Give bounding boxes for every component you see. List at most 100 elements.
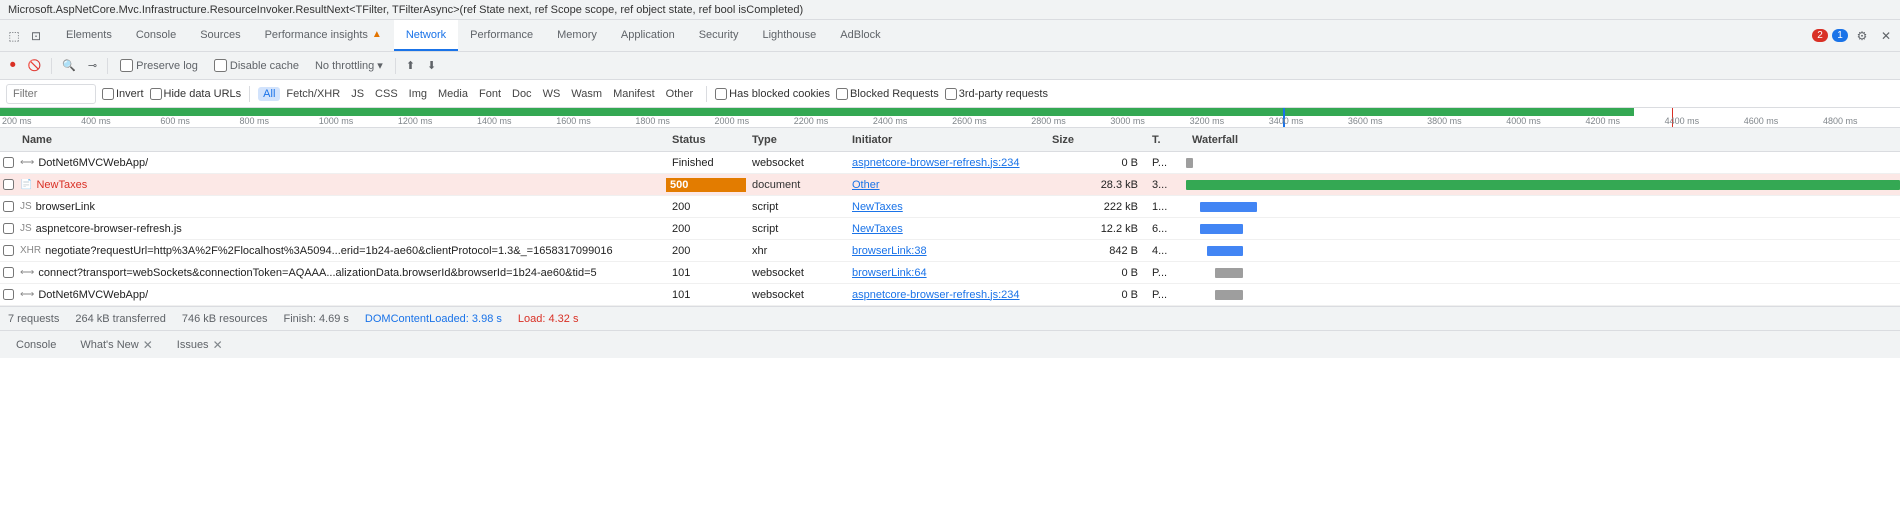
inspect-icon[interactable]: ⬚: [4, 26, 24, 46]
row-initiator-4[interactable]: browserLink:38: [846, 245, 1046, 257]
filter-wasm-btn[interactable]: Wasm: [566, 87, 607, 101]
has-blocked-cookies-label: Has blocked cookies: [729, 88, 830, 100]
tab-network[interactable]: Network: [394, 20, 458, 51]
import-icon[interactable]: ⬆: [402, 57, 419, 74]
table-row[interactable]: 📄 NewTaxes 500 document Other 28.3 kB 3.…: [0, 174, 1900, 196]
row-initiator-1[interactable]: Other: [846, 179, 1046, 191]
row-type-6: websocket: [746, 289, 846, 301]
export-icon[interactable]: ⬇: [423, 57, 440, 74]
settings-icon[interactable]: ⚙: [1852, 26, 1872, 46]
hide-data-urls-checkbox[interactable]: Hide data URLs: [150, 88, 242, 100]
row-checkbox-4[interactable]: [3, 245, 14, 256]
filter-font-btn[interactable]: Font: [474, 87, 506, 101]
has-blocked-cookies-checkbox[interactable]: Has blocked cookies: [715, 88, 830, 100]
col-header-time[interactable]: T.: [1146, 134, 1186, 146]
row-initiator-0[interactable]: aspnetcore-browser-refresh.js:234: [846, 157, 1046, 169]
bottom-tab-issues[interactable]: Issues ✕: [165, 331, 235, 358]
col-header-initiator[interactable]: Initiator: [846, 134, 1046, 146]
timeline[interactable]: 200 ms 400 ms 600 ms 800 ms 1000 ms 1200…: [0, 108, 1900, 128]
blocked-requests-input[interactable]: [836, 88, 848, 100]
filter-input[interactable]: [6, 84, 96, 104]
row-checkbox-cell-1[interactable]: [0, 179, 16, 190]
bottom-tab-whats-new[interactable]: What's New ✕: [68, 331, 164, 358]
filter-fetch-btn[interactable]: Fetch/XHR: [281, 87, 345, 101]
preserve-log-checkbox[interactable]: Preserve log: [114, 57, 204, 74]
throttling-select[interactable]: No throttling ▾: [309, 57, 389, 74]
info-badge: 1: [1832, 29, 1848, 42]
issues-close-icon[interactable]: ✕: [213, 339, 223, 351]
filter-manifest-btn[interactable]: Manifest: [608, 87, 660, 101]
table-row[interactable]: ⟷ DotNet6MVCWebApp/ Finished websocket a…: [0, 152, 1900, 174]
record-btn[interactable]: ⏺: [6, 57, 20, 74]
col-header-type[interactable]: Type: [746, 134, 846, 146]
tab-performance-insights-label: Performance insights: [265, 29, 368, 41]
waterfall-bar-6: [1215, 290, 1244, 300]
hide-data-urls-input[interactable]: [150, 88, 162, 100]
tab-performance-insights[interactable]: Performance insights ▲: [253, 20, 394, 51]
filter-sep-1: [249, 86, 250, 102]
col-header-status[interactable]: Status: [666, 134, 746, 146]
invert-checkbox[interactable]: Invert: [102, 88, 144, 100]
disable-cache-checkbox[interactable]: Disable cache: [208, 57, 305, 74]
row-checkbox-6[interactable]: [3, 289, 14, 300]
row-checkbox-5[interactable]: [3, 267, 14, 278]
row-checkbox-0[interactable]: [3, 157, 14, 168]
device-toggle-icon[interactable]: ⊡: [26, 26, 46, 46]
table-row[interactable]: XHR negotiate?requestUrl=http%3A%2F%2Flo…: [0, 240, 1900, 262]
tab-security[interactable]: Security: [687, 20, 751, 51]
row-initiator-2[interactable]: NewTaxes: [846, 201, 1046, 213]
has-blocked-cookies-input[interactable]: [715, 88, 727, 100]
row-checkbox-3[interactable]: [3, 223, 14, 234]
row-checkbox-cell-5[interactable]: [0, 267, 16, 278]
bottom-tab-console[interactable]: Console: [4, 331, 68, 358]
row-type-4: xhr: [746, 245, 846, 257]
filter-media-btn[interactable]: Media: [433, 87, 473, 101]
filter-css-btn[interactable]: CSS: [370, 87, 403, 101]
filter-js-btn[interactable]: JS: [346, 87, 369, 101]
row-checkbox-cell-0[interactable]: [0, 157, 16, 168]
col-header-size[interactable]: Size: [1046, 134, 1146, 146]
table-row[interactable]: ⟷ connect?transport=webSockets&connectio…: [0, 262, 1900, 284]
table-row[interactable]: JS browserLink 200 script NewTaxes 222 k…: [0, 196, 1900, 218]
tab-performance[interactable]: Performance: [458, 20, 545, 51]
table-row[interactable]: ⟷ DotNet6MVCWebApp/ 101 websocket aspnet…: [0, 284, 1900, 306]
tab-sources[interactable]: Sources: [188, 20, 252, 51]
row-checkbox-2[interactable]: [3, 201, 14, 212]
filter-img-btn[interactable]: Img: [404, 87, 432, 101]
tab-memory[interactable]: Memory: [545, 20, 609, 51]
disable-cache-input[interactable]: [214, 59, 227, 72]
row-checkbox-cell-2[interactable]: [0, 201, 16, 212]
tab-console[interactable]: Console: [124, 20, 188, 51]
clear-btn[interactable]: 🚫: [24, 57, 46, 74]
row-checkbox-cell-4[interactable]: [0, 245, 16, 256]
whats-new-close-icon[interactable]: ✕: [143, 339, 153, 351]
invert-input[interactable]: [102, 88, 114, 100]
search-btn[interactable]: 🔍: [58, 57, 80, 74]
row-name-5: ⟷ connect?transport=webSockets&connectio…: [16, 267, 666, 279]
third-party-requests-checkbox[interactable]: 3rd-party requests: [945, 88, 1048, 100]
filter-doc-btn[interactable]: Doc: [507, 87, 537, 101]
row-checkbox-cell-6[interactable]: [0, 289, 16, 300]
tab-lighthouse[interactable]: Lighthouse: [750, 20, 828, 51]
row-initiator-5[interactable]: browserLink:64: [846, 267, 1046, 279]
blocked-requests-checkbox[interactable]: Blocked Requests: [836, 88, 939, 100]
row-initiator-6[interactable]: aspnetcore-browser-refresh.js:234: [846, 289, 1046, 301]
row-initiator-3[interactable]: NewTaxes: [846, 223, 1046, 235]
tab-adblock[interactable]: AdBlock: [828, 20, 892, 51]
filter-all-btn[interactable]: All: [258, 87, 280, 101]
tab-application[interactable]: Application: [609, 20, 687, 51]
waterfall-bar-container-0: [1186, 152, 1900, 173]
row-checkbox-1[interactable]: [3, 179, 14, 190]
row-checkbox-cell-3[interactable]: [0, 223, 16, 234]
close-devtools-icon[interactable]: ✕: [1876, 26, 1896, 46]
tab-elements[interactable]: Elements: [54, 20, 124, 51]
third-party-requests-input[interactable]: [945, 88, 957, 100]
table-row[interactable]: JS aspnetcore-browser-refresh.js 200 scr…: [0, 218, 1900, 240]
preserve-log-input[interactable]: [120, 59, 133, 72]
row-size-4: 842 B: [1046, 245, 1146, 257]
col-header-waterfall[interactable]: Waterfall: [1186, 134, 1900, 146]
filter-ws-btn[interactable]: WS: [538, 87, 566, 101]
filter-btn[interactable]: ⊸: [84, 57, 101, 74]
filter-other-btn[interactable]: Other: [661, 87, 699, 101]
col-header-name[interactable]: Name: [16, 134, 666, 146]
